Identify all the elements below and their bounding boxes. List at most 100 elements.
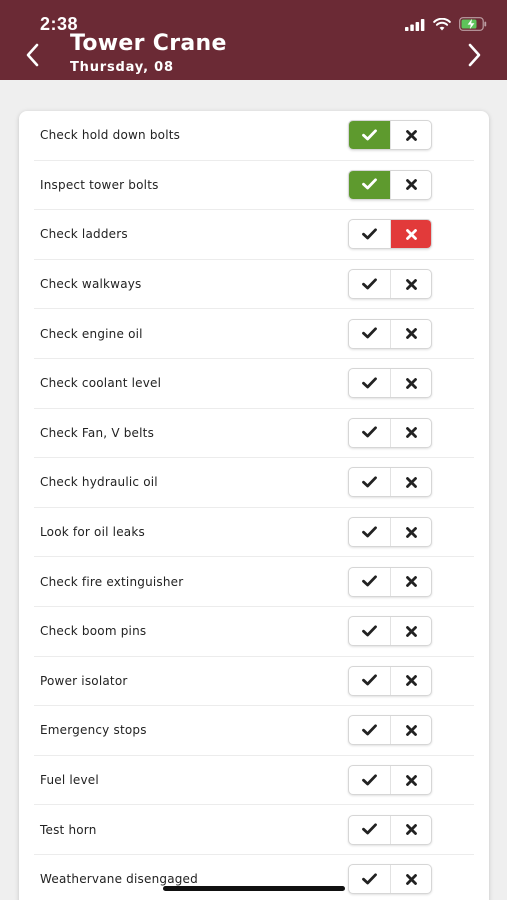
fail-button[interactable] xyxy=(390,121,431,150)
fail-button[interactable] xyxy=(390,369,431,398)
pass-button[interactable] xyxy=(349,220,390,248)
checklist-row: Check ladders xyxy=(34,210,474,260)
pass-button[interactable] xyxy=(349,766,390,794)
checklist-item-label: Test horn xyxy=(40,822,97,837)
x-icon xyxy=(405,820,417,839)
checklist-row: Emergency stops xyxy=(34,706,474,756)
checklist-item-label: Fuel level xyxy=(40,773,99,788)
pass-button[interactable] xyxy=(349,320,390,348)
x-icon xyxy=(405,870,417,889)
fail-button[interactable] xyxy=(390,617,431,646)
fail-button[interactable] xyxy=(390,518,431,547)
cellular-signal-icon xyxy=(405,16,425,35)
checklist-item-label: Weathervane disengaged xyxy=(40,872,198,887)
fail-button[interactable] xyxy=(390,319,431,348)
check-icon xyxy=(362,622,377,641)
back-button[interactable] xyxy=(18,42,48,72)
pass-button[interactable] xyxy=(349,865,390,893)
app-header: 2:38 Tower Crane Thursday, 08 xyxy=(0,0,507,80)
pass-button[interactable] xyxy=(349,369,390,397)
check-icon xyxy=(362,820,377,839)
pass-button[interactable] xyxy=(349,568,390,596)
checklist-item-label: Check ladders xyxy=(40,227,128,242)
pass-button[interactable] xyxy=(349,121,390,150)
battery-charging-icon xyxy=(459,16,487,35)
pass-fail-toggle xyxy=(348,814,432,845)
pass-fail-toggle xyxy=(348,665,432,696)
pass-fail-toggle xyxy=(348,368,432,399)
x-icon xyxy=(405,175,417,194)
fail-button[interactable] xyxy=(390,865,431,894)
x-icon xyxy=(405,126,417,145)
check-icon xyxy=(362,126,377,145)
x-icon xyxy=(405,721,417,740)
pass-fail-toggle xyxy=(348,467,432,498)
pass-fail-toggle xyxy=(348,269,432,300)
fail-button[interactable] xyxy=(390,418,431,447)
pass-button[interactable] xyxy=(349,816,390,844)
check-icon xyxy=(362,771,377,790)
check-icon xyxy=(362,721,377,740)
pass-button[interactable] xyxy=(349,170,390,199)
fail-button[interactable] xyxy=(390,815,431,844)
pass-button[interactable] xyxy=(349,518,390,546)
checklist-item-label: Power isolator xyxy=(40,673,128,688)
checklist-item-label: Check boom pins xyxy=(40,624,147,639)
fail-button[interactable] xyxy=(390,170,431,199)
pass-button[interactable] xyxy=(349,617,390,645)
checklist-row: Weathervane disengaged xyxy=(34,855,474,900)
pass-fail-toggle xyxy=(348,616,432,647)
fail-button[interactable] xyxy=(390,567,431,596)
pass-button[interactable] xyxy=(349,468,390,496)
checklist-row: Check walkways xyxy=(34,260,474,310)
checklist-row: Check hold down bolts xyxy=(34,111,474,161)
pass-fail-toggle xyxy=(348,566,432,597)
x-icon xyxy=(405,473,417,492)
x-icon xyxy=(405,225,417,244)
fail-button[interactable] xyxy=(390,666,431,695)
home-indicator[interactable] xyxy=(163,886,345,891)
fail-button[interactable] xyxy=(390,766,431,795)
fail-button[interactable] xyxy=(390,468,431,497)
checklist-row: Power isolator xyxy=(34,657,474,707)
checklist-item-label: Inspect tower bolts xyxy=(40,177,159,192)
check-icon xyxy=(362,225,377,244)
pass-fail-toggle xyxy=(348,517,432,548)
pass-button[interactable] xyxy=(349,716,390,744)
checklist-item-label: Emergency stops xyxy=(40,723,147,738)
x-icon xyxy=(405,771,417,790)
fail-button[interactable] xyxy=(390,270,431,299)
check-icon xyxy=(362,671,377,690)
checklist-row: Check boom pins xyxy=(34,607,474,657)
pass-fail-toggle xyxy=(348,715,432,746)
pass-button[interactable] xyxy=(349,270,390,298)
chevron-right-icon xyxy=(466,43,482,71)
checklist-row: Fuel level xyxy=(34,756,474,806)
check-icon xyxy=(362,423,377,442)
check-icon xyxy=(362,572,377,591)
check-icon xyxy=(362,870,377,889)
chevron-left-icon xyxy=(25,43,41,71)
check-icon xyxy=(362,324,377,343)
forward-button[interactable] xyxy=(459,42,489,72)
pass-fail-toggle xyxy=(348,169,432,200)
checklist-card: Check hold down bolts Inspect tower bolts… xyxy=(19,111,489,900)
checklist-item-label: Look for oil leaks xyxy=(40,525,145,540)
pass-button[interactable] xyxy=(349,667,390,695)
fail-button[interactable] xyxy=(390,716,431,745)
pass-fail-toggle xyxy=(348,417,432,448)
pass-fail-toggle xyxy=(348,120,432,151)
checklist-row: Test horn xyxy=(34,805,474,855)
fail-button[interactable] xyxy=(390,220,431,249)
page-date: Thursday, 08 xyxy=(70,60,174,75)
checklist-item-label: Check engine oil xyxy=(40,326,143,341)
check-icon xyxy=(362,374,377,393)
checklist-row: Check hydraulic oil xyxy=(34,458,474,508)
checklist-item-label: Check walkways xyxy=(40,277,142,292)
x-icon xyxy=(405,622,417,641)
x-icon xyxy=(405,671,417,690)
pass-button[interactable] xyxy=(349,419,390,447)
x-icon xyxy=(405,572,417,591)
page-title: Tower Crane xyxy=(70,31,227,56)
x-icon xyxy=(405,523,417,542)
